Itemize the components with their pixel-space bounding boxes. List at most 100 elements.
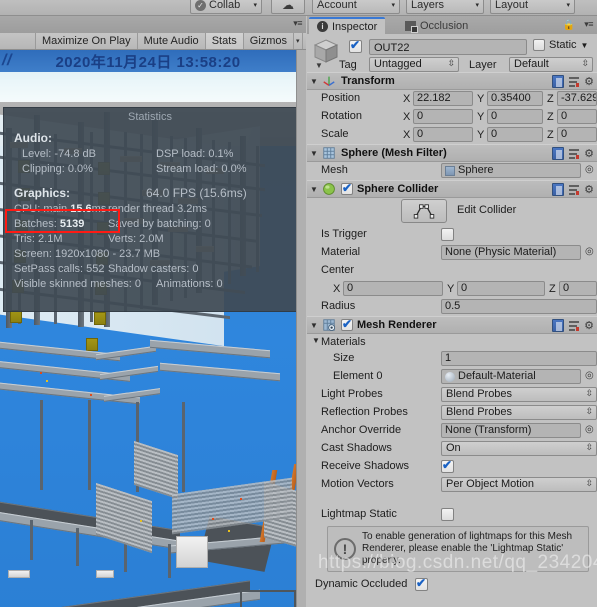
tab-inspector[interactable]: i Inspector	[309, 17, 386, 34]
component-body-mesh-filter: Mesh Sphere ◎	[307, 162, 597, 180]
transform-axis-icon	[323, 76, 335, 86]
game-view-scrollbar[interactable]	[296, 50, 306, 607]
collab-button[interactable]: ✓ Collab ▾	[190, 0, 262, 14]
object-picker-icon[interactable]: ◎	[585, 164, 594, 175]
size-field[interactable]: 1	[441, 351, 597, 366]
mesh-renderer-enabled-checkbox[interactable]	[341, 317, 353, 331]
marker-dot	[40, 372, 42, 374]
crate	[86, 338, 98, 351]
lightmap-static-checkbox[interactable]	[441, 508, 454, 524]
help-book-icon[interactable]	[552, 183, 565, 196]
motion-vectors-dropdown[interactable]: Per Object Motion	[441, 477, 597, 492]
chevron-down-icon: ▾	[253, 1, 257, 9]
static-checkbox[interactable]	[533, 39, 545, 51]
gameobject-name-input[interactable]: OUT22	[369, 39, 527, 55]
layer-dropdown[interactable]: Default	[509, 57, 593, 72]
maximize-on-play-button[interactable]: Maximize On Play	[36, 33, 138, 49]
preset-icon[interactable]	[568, 183, 580, 196]
foldout-arrow-icon[interactable]: ▼	[307, 149, 321, 158]
help-book-icon[interactable]	[552, 147, 565, 160]
game-view-render[interactable]: // 2020年11月24日 13:58:20 Statistics Audio…	[0, 50, 296, 607]
scale-x-field[interactable]: 0	[413, 127, 473, 142]
object-picker-icon[interactable]: ◎	[585, 370, 594, 381]
preset-icon[interactable]	[568, 75, 580, 88]
foldout-arrow-icon[interactable]: ▼	[307, 77, 321, 86]
account-button[interactable]: Account ▾	[312, 0, 400, 14]
mute-audio-button[interactable]: Mute Audio	[137, 33, 206, 49]
sphere-collider-enabled-checkbox[interactable]	[341, 181, 353, 195]
foldout-arrow-icon[interactable]: ▼	[307, 185, 321, 194]
center-z-field[interactable]: 0	[559, 281, 597, 296]
scale-y-field[interactable]: 0	[487, 127, 543, 142]
cast-shadows-label: Cast Shadows	[321, 442, 392, 454]
foldout-arrow-icon[interactable]: ▼	[307, 321, 321, 330]
center-x-field[interactable]: 0	[343, 281, 443, 296]
dynamic-occluded-checkbox[interactable]	[415, 576, 428, 594]
cast-shadows-dropdown[interactable]: On	[441, 441, 597, 456]
chevron-down-icon[interactable]: ▼	[581, 41, 589, 50]
gizmos-button[interactable]: Gizmos	[243, 33, 295, 49]
edit-collider-button[interactable]	[401, 199, 447, 223]
mesh-renderer-icon	[323, 319, 336, 332]
preset-icon[interactable]	[568, 147, 580, 160]
object-picker-icon[interactable]: ◎	[585, 246, 594, 257]
help-book-icon[interactable]	[552, 319, 565, 332]
is-trigger-checkbox[interactable]	[441, 228, 454, 244]
panel-menu-icon[interactable]: ▾≡	[584, 19, 593, 30]
axis-y-label: Y	[477, 111, 485, 123]
stats-row: Screen: 1920x1080 - 23.7 MB	[4, 248, 296, 263]
component-title: Transform	[341, 75, 395, 87]
position-y-field[interactable]: 0.35400	[487, 91, 543, 106]
tab-inspector-label: Inspector	[332, 20, 378, 33]
preset-icon[interactable]	[568, 319, 580, 332]
panel-menu-icon[interactable]: ▾≡	[293, 18, 302, 29]
component-header-transform[interactable]: ▼ Transform ⚙	[307, 72, 597, 90]
physic-material-row: Material None (Physic Material) ◎	[307, 244, 597, 262]
audio-section-header: Audio:	[14, 131, 52, 145]
gear-icon[interactable]: ⚙	[584, 184, 594, 196]
cloud-services-button[interactable]: ☁	[271, 0, 305, 14]
anchor-override-label: Anchor Override	[321, 424, 402, 436]
component-header-mesh-renderer[interactable]: ▼ Mesh Renderer	[307, 316, 597, 334]
static-toggle[interactable]: Static ▼	[533, 39, 588, 51]
component-header-sphere-collider[interactable]: ▼ Sphere Collider ⚙	[307, 180, 597, 198]
radius-field[interactable]: 0.5	[441, 299, 597, 314]
object-picker-icon[interactable]: ◎	[585, 424, 594, 435]
rotation-x-field[interactable]: 0	[413, 109, 473, 124]
mesh-value: Sphere	[458, 164, 494, 176]
position-x-field[interactable]: 22.182	[413, 91, 473, 106]
stream-load: Stream load: 0.0%	[156, 163, 247, 175]
center-label: Center	[321, 264, 355, 276]
layers-button[interactable]: Layers ▾	[406, 0, 484, 14]
scale-z-field[interactable]: 0	[557, 127, 597, 142]
help-book-icon[interactable]	[552, 75, 565, 88]
rotation-y-field[interactable]: 0	[487, 109, 543, 124]
layout-button[interactable]: Layout ▾	[490, 0, 575, 14]
mesh-object-field[interactable]: Sphere	[441, 163, 581, 178]
material-value: None (Physic Material)	[445, 246, 557, 258]
slash-decoration: //	[2, 52, 12, 69]
tag-dropdown[interactable]: Untagged	[369, 57, 459, 72]
gear-icon[interactable]: ⚙	[584, 76, 594, 88]
lock-icon[interactable]: 🔒	[563, 20, 575, 31]
physic-material-field[interactable]: None (Physic Material)	[441, 245, 581, 260]
chevron-down-icon: ▾	[391, 1, 395, 9]
stats-button[interactable]: Stats	[205, 33, 244, 49]
materials-foldout-row[interactable]: ▼ Materials	[307, 334, 597, 350]
gear-icon[interactable]: ⚙	[584, 320, 594, 332]
reflection-probes-dropdown[interactable]: Blend Probes	[441, 405, 597, 420]
light-probes-dropdown[interactable]: Blend Probes	[441, 387, 597, 402]
date-time-overlay: // 2020年11月24日 13:58:20	[0, 50, 296, 72]
anchor-override-field[interactable]: None (Transform)	[441, 423, 581, 438]
gizmos-dropdown-button[interactable]: ▾	[294, 33, 303, 49]
position-z-field[interactable]: -37.629	[557, 91, 597, 106]
element0-object-field[interactable]: Default-Material	[441, 369, 581, 384]
rotation-z-field[interactable]: 0	[557, 109, 597, 124]
gear-icon[interactable]: ⚙	[584, 148, 594, 160]
gameobject-enabled-checkbox[interactable]	[349, 38, 362, 53]
tab-occlusion[interactable]: Occlusion	[397, 17, 476, 34]
component-header-mesh-filter[interactable]: ▼ Sphere (Mesh Filter) ⚙	[307, 144, 597, 162]
transform-rotation-row: Rotation X 0 Y 0 Z 0	[307, 108, 597, 126]
center-y-field[interactable]: 0	[457, 281, 545, 296]
receive-shadows-checkbox[interactable]	[441, 458, 454, 476]
